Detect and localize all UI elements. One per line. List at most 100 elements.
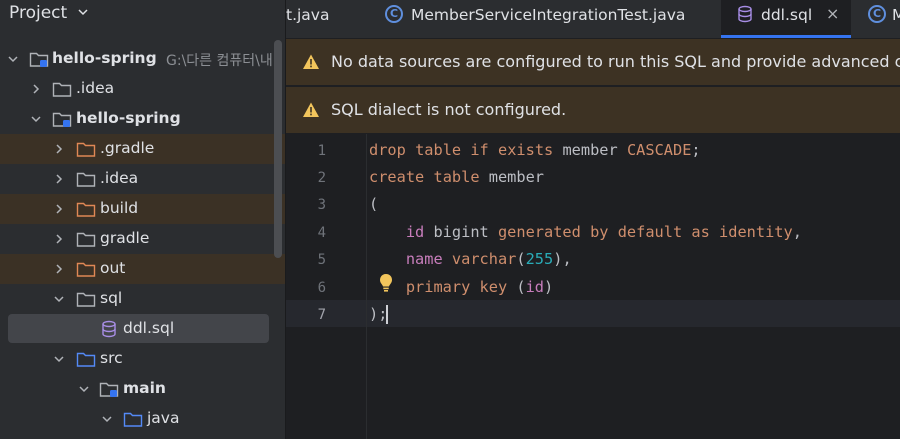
tree-item-sql[interactable]: sql — [0, 284, 286, 314]
line-number[interactable]: 3 — [306, 197, 326, 213]
code-line[interactable]: primary key (id) — [369, 278, 553, 296]
tree-item-ddl-sql[interactable]: ddl.sql — [8, 314, 269, 343]
code-keyword: key — [479, 278, 508, 296]
source-folder-icon — [76, 352, 96, 367]
database-file-icon — [102, 320, 116, 338]
project-panel-title[interactable]: Project — [9, 3, 67, 23]
chevron-right-icon[interactable] — [53, 173, 65, 185]
text-caret — [386, 305, 388, 324]
code-line[interactable]: id bigint generated by default as identi… — [369, 223, 802, 241]
tree-item-build[interactable]: build — [0, 194, 286, 224]
excluded-folder-icon — [76, 202, 96, 217]
module-folder-icon — [29, 52, 49, 67]
code-keyword: if — [470, 141, 489, 159]
code-text: ; — [691, 141, 701, 159]
code-line[interactable]: drop table if exists member CASCADE; — [369, 141, 701, 159]
chevron-down-icon[interactable] — [7, 53, 19, 65]
tree-item-label: main — [123, 379, 166, 397]
tab-ddl-sql[interactable]: ddl.sql × — [721, 0, 851, 38]
code-text: ), — [553, 250, 572, 268]
excluded-folder-icon — [76, 262, 96, 277]
active-tab-indicator — [721, 35, 851, 38]
gutter-separator — [366, 134, 367, 439]
tree-item-label: hello-spring — [52, 49, 157, 67]
banner-text: No data sources are configured to run th… — [331, 52, 900, 71]
chevron-down-icon[interactable] — [53, 293, 65, 305]
line-number[interactable]: 5 — [306, 252, 326, 268]
chevron-right-icon[interactable] — [53, 203, 65, 215]
tree-item-label: hello-spring — [76, 109, 181, 127]
code-editor[interactable]: 1 2 3 4 5 6 7 drop table if exists membe… — [286, 134, 900, 439]
project-panel-header[interactable]: Project — [0, 0, 286, 30]
tree-item-gradle[interactable]: gradle — [0, 224, 286, 254]
folder-icon — [76, 232, 96, 247]
tab-member-service-integration-test[interactable]: C MemberServiceIntegrationTest.java — [381, 0, 716, 38]
line-number[interactable]: 6 — [306, 280, 326, 296]
lightbulb-icon[interactable] — [378, 273, 394, 293]
code-keyword: table — [415, 141, 462, 159]
line-number[interactable]: 7 — [306, 307, 326, 323]
line-number[interactable]: 2 — [306, 170, 326, 186]
chevron-down-icon[interactable] — [101, 413, 113, 425]
code-keyword: by — [590, 223, 609, 241]
tree-item-java[interactable]: java — [0, 404, 286, 434]
tab-member-partial[interactable]: C M — [866, 0, 900, 38]
folder-icon — [52, 82, 72, 97]
tree-item-src[interactable]: src — [0, 344, 286, 374]
tree-item-idea[interactable]: .idea — [0, 74, 286, 104]
code-keyword: primary — [405, 278, 471, 296]
tree-item-hello-spring[interactable]: hello-spring — [0, 104, 286, 134]
tree-item-main[interactable]: main — [0, 374, 286, 404]
code-text: bigint — [424, 223, 498, 241]
tree-item-label: java — [147, 409, 180, 427]
chevron-down-icon[interactable] — [30, 113, 42, 125]
tree-item-label: build — [100, 199, 139, 217]
code-line[interactable]: name varchar(255), — [369, 250, 572, 268]
project-scrollbar[interactable] — [274, 40, 282, 258]
code-line[interactable]: ( — [369, 195, 378, 213]
tab-java-file[interactable]: t.java — [286, 0, 356, 38]
module-folder-icon — [52, 112, 72, 127]
tree-item-path: G:\다른 컴퓨터\내 — [166, 53, 273, 69]
tree-item-label: ddl.sql — [123, 319, 175, 337]
database-file-icon — [738, 5, 752, 23]
chevron-right-icon[interactable] — [53, 233, 65, 245]
code-text: ); — [369, 305, 388, 323]
tree-item-hello-spring-root[interactable]: hello-spring G:\다른 컴퓨터\내 — [0, 44, 286, 74]
tree-item-idea-inner[interactable]: .idea — [0, 164, 286, 194]
code-text: ( — [507, 278, 526, 296]
code-identifier: id — [405, 223, 425, 241]
project-panel: Project hello-spring G:\다른 컴퓨터\내 .idea h… — [0, 0, 286, 439]
line-number[interactable]: 1 — [306, 143, 326, 159]
chevron-down-icon[interactable] — [53, 353, 65, 365]
code-text: ( — [516, 250, 526, 268]
warning-icon — [303, 54, 319, 69]
line-number[interactable]: 4 — [306, 225, 326, 241]
code-line[interactable]: ); — [369, 305, 387, 323]
code-keyword: exists — [497, 141, 554, 159]
warning-icon — [303, 102, 319, 117]
tree-item-label: .idea — [100, 169, 139, 187]
chevron-right-icon[interactable] — [53, 143, 65, 155]
tree-item-label: src — [100, 349, 123, 367]
code-text: member — [553, 141, 627, 159]
code-keyword: table — [433, 168, 480, 186]
code-number: 255 — [525, 250, 554, 268]
tab-label: MemberServiceIntegrationTest.java — [411, 6, 686, 24]
code-identifier: id — [525, 278, 545, 296]
chevron-right-icon[interactable] — [53, 263, 65, 275]
chevron-right-icon[interactable] — [30, 83, 42, 95]
code-line[interactable]: create table member — [369, 168, 544, 186]
chevron-down-icon[interactable] — [76, 5, 90, 19]
close-icon[interactable]: × — [826, 4, 839, 23]
folder-icon — [76, 292, 96, 307]
tree-item-out[interactable]: out — [0, 254, 286, 284]
code-keyword: varchar — [451, 250, 517, 268]
tree-item-gradle-hidden[interactable]: .gradle — [0, 134, 286, 164]
chevron-down-icon[interactable] — [78, 383, 90, 395]
tree-item-label: .gradle — [100, 139, 155, 157]
code-keyword: CASCADE — [626, 141, 692, 159]
tree-item-label: out — [100, 259, 126, 277]
